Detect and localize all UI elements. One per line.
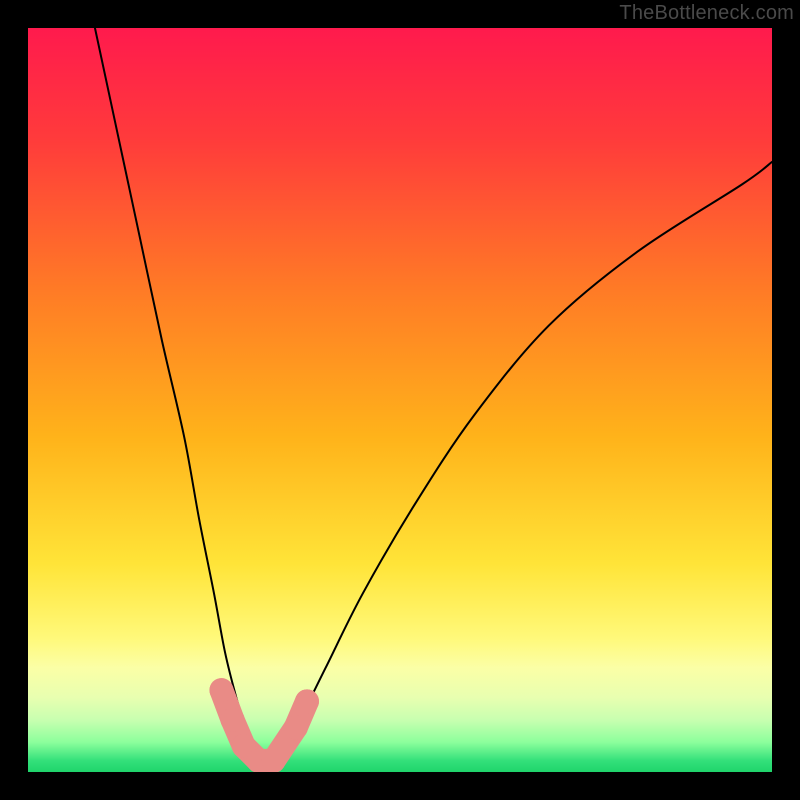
plot-area [28,28,772,772]
attribution-label: TheBottleneck.com [619,2,794,25]
marker-point [209,678,233,702]
chart-stage: TheBottleneck.com [0,0,800,800]
bottleneck-chart [28,28,772,772]
gradient-background [28,28,772,772]
marker-point [295,689,319,713]
marker-point [221,708,245,732]
marker-point [262,749,286,772]
marker-point [284,715,308,739]
